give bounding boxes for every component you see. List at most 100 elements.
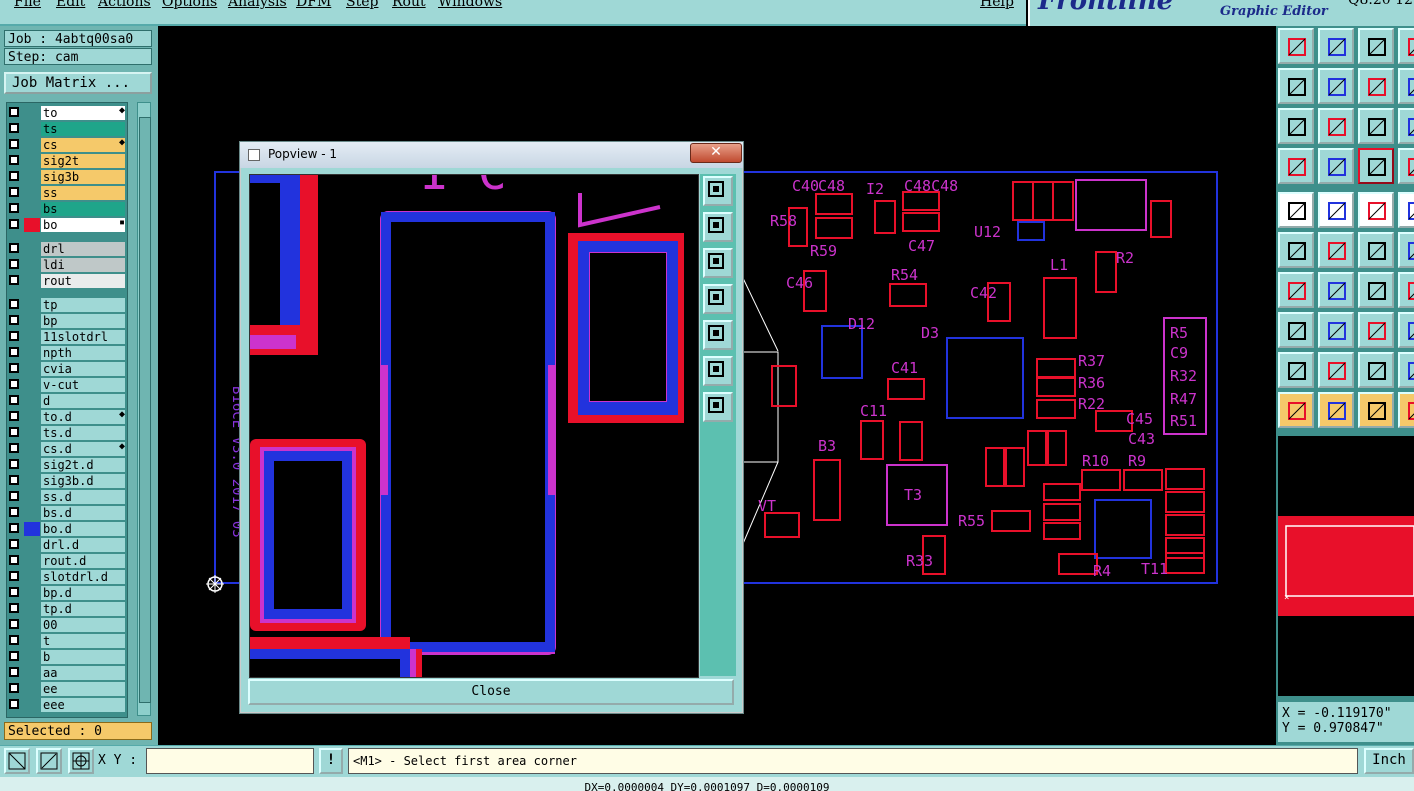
layer-checkbox[interactable] bbox=[9, 275, 19, 285]
layer-checkbox[interactable] bbox=[9, 155, 19, 165]
layer-color-swatch[interactable] bbox=[24, 218, 40, 232]
layer-checkbox[interactable] bbox=[9, 667, 19, 677]
layer-color-swatch[interactable] bbox=[24, 474, 40, 488]
box-icon[interactable] bbox=[1398, 192, 1414, 228]
layer-name[interactable]: 11slotdrl bbox=[41, 330, 125, 344]
layer-color-swatch[interactable] bbox=[24, 666, 40, 680]
zoom-home-icon[interactable] bbox=[703, 212, 733, 242]
layer-name[interactable]: rout bbox=[41, 274, 125, 288]
layer-row[interactable]: b bbox=[7, 649, 127, 665]
layer-color-swatch[interactable] bbox=[24, 602, 40, 616]
layer-color-swatch[interactable] bbox=[24, 618, 40, 632]
layer-color-swatch[interactable] bbox=[24, 650, 40, 664]
layer-row[interactable]: to.d ◆ bbox=[7, 409, 127, 425]
layer-color-swatch[interactable] bbox=[24, 570, 40, 584]
layer-color-swatch[interactable] bbox=[24, 698, 40, 712]
layer-name[interactable]: ts bbox=[41, 122, 125, 136]
layer-row[interactable]: bp.d bbox=[7, 585, 127, 601]
layer-color-swatch[interactable] bbox=[24, 490, 40, 504]
layer-row[interactable]: tp.d bbox=[7, 601, 127, 617]
layer-name[interactable]: drl bbox=[41, 242, 125, 256]
layer-row[interactable]: ts bbox=[7, 121, 127, 137]
arrange-icon[interactable] bbox=[1398, 68, 1414, 104]
route-icon[interactable] bbox=[1398, 148, 1414, 184]
layer-row[interactable]: d bbox=[7, 393, 127, 409]
layer-row[interactable]: slotdrl.d bbox=[7, 569, 127, 585]
layer-name[interactable]: cs.d bbox=[41, 442, 125, 456]
layer-row[interactable]: t bbox=[7, 633, 127, 649]
layer-checkbox[interactable] bbox=[9, 379, 19, 389]
home-icon[interactable] bbox=[1358, 28, 1394, 64]
cross-icon[interactable] bbox=[1318, 232, 1354, 268]
settings-icon[interactable] bbox=[1278, 148, 1314, 184]
layer-color-swatch[interactable] bbox=[24, 426, 40, 440]
frame-icon[interactable] bbox=[1398, 312, 1414, 348]
layer-row[interactable]: tp bbox=[7, 297, 127, 313]
layer-name[interactable]: slotdrl.d bbox=[41, 570, 125, 584]
layer-checkbox[interactable] bbox=[9, 331, 19, 341]
window-icon[interactable] bbox=[1398, 28, 1414, 64]
fit-all-icon[interactable] bbox=[703, 176, 733, 206]
layer-checkbox[interactable] bbox=[9, 443, 19, 453]
layer-row[interactable]: ts.d bbox=[7, 425, 127, 441]
layer-name[interactable]: cvia bbox=[41, 362, 125, 376]
layer-list[interactable]: to ◆ ts cs ◆ sig2t sig3b ss bs bo ▪ drl ldi rout tp bp 1… bbox=[6, 102, 128, 718]
layer-checkbox[interactable] bbox=[9, 603, 19, 613]
layer-name[interactable]: t bbox=[41, 634, 125, 648]
layer-checkbox[interactable] bbox=[9, 651, 19, 661]
layer-checkbox[interactable] bbox=[9, 507, 19, 517]
layer-color-swatch[interactable] bbox=[24, 634, 40, 648]
close-button[interactable]: Close bbox=[248, 679, 734, 705]
layer-row[interactable]: rout bbox=[7, 273, 127, 289]
grid-icon[interactable] bbox=[1318, 148, 1354, 184]
import-icon[interactable] bbox=[1278, 68, 1314, 104]
zoom-in-icon[interactable] bbox=[703, 284, 733, 314]
ruler-icon[interactable] bbox=[1358, 192, 1394, 228]
connect-icon[interactable] bbox=[1358, 232, 1394, 268]
layer-checkbox[interactable] bbox=[9, 427, 19, 437]
layer-color-swatch[interactable] bbox=[24, 274, 40, 288]
menu-step[interactable]: Step bbox=[346, 0, 378, 10]
dash-icon[interactable] bbox=[1318, 312, 1354, 348]
layer-row[interactable]: cs ◆ bbox=[7, 137, 127, 153]
expand-icon[interactable] bbox=[703, 356, 733, 386]
layer-row[interactable]: 11slotdrl bbox=[7, 329, 127, 345]
menu-analysis[interactable]: Analysis bbox=[228, 0, 287, 10]
layer-name[interactable]: drl.d bbox=[41, 538, 125, 552]
layer-row[interactable]: bs.d bbox=[7, 505, 127, 521]
layer-name[interactable]: to.d bbox=[41, 410, 125, 424]
menu-file[interactable]: File bbox=[14, 0, 41, 10]
layer-row[interactable]: drl.d bbox=[7, 537, 127, 553]
layer-row[interactable]: eee bbox=[7, 697, 127, 713]
layer-name[interactable]: ldi bbox=[41, 258, 125, 272]
lines-icon[interactable] bbox=[1398, 272, 1414, 308]
overview-preview[interactable]: × bbox=[1278, 436, 1414, 696]
layer-color-swatch[interactable] bbox=[24, 362, 40, 376]
layer-color-swatch[interactable] bbox=[24, 538, 40, 552]
layer-name[interactable]: cs bbox=[41, 138, 125, 152]
layer-color-swatch[interactable] bbox=[24, 442, 40, 456]
layer-color-swatch[interactable] bbox=[24, 586, 40, 600]
slope-icon[interactable] bbox=[1318, 272, 1354, 308]
layer-name[interactable]: aa bbox=[41, 666, 125, 680]
menu-help[interactable]: Help bbox=[980, 0, 1014, 10]
layer-checkbox[interactable] bbox=[9, 219, 19, 229]
layer-checkbox[interactable] bbox=[9, 347, 19, 357]
layer-row[interactable]: bp bbox=[7, 313, 127, 329]
layer-row[interactable]: ss.d bbox=[7, 489, 127, 505]
pointer-icon[interactable] bbox=[1278, 392, 1314, 428]
measure-icon[interactable] bbox=[1278, 192, 1314, 228]
pan-icon[interactable] bbox=[703, 392, 733, 422]
layer-name[interactable]: sig2t.d bbox=[41, 458, 125, 472]
upload-icon[interactable] bbox=[1278, 28, 1314, 64]
layer-row[interactable]: ldi bbox=[7, 257, 127, 273]
layer-checkbox[interactable] bbox=[9, 395, 19, 405]
layer-name[interactable]: npth bbox=[41, 346, 125, 360]
layer-checkbox[interactable] bbox=[9, 635, 19, 645]
layer-name[interactable]: rout.d bbox=[41, 554, 125, 568]
unit-toggle-button[interactable]: Inch bbox=[1364, 748, 1414, 774]
layer-name[interactable]: v-cut bbox=[41, 378, 125, 392]
layer-row[interactable]: sig3b bbox=[7, 169, 127, 185]
peak-icon[interactable] bbox=[1318, 352, 1354, 388]
layer-checkbox[interactable] bbox=[9, 699, 19, 709]
